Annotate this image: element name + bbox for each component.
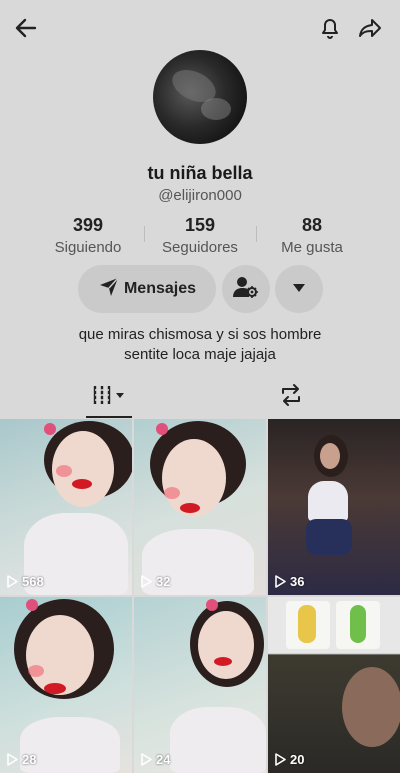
bio-line: que miras chismosa y si sos hombre [78,326,322,343]
tab-videos[interactable] [86,381,132,413]
bio-line: sentite loca maje jajaja [124,346,276,363]
active-tab-indicator [86,416,132,418]
display-name: tu niña bella [147,163,253,183]
thumbnail-art [156,423,168,435]
bio: que miras chismosa y si sos hombre senti… [20,325,380,365]
top-bar [0,0,400,56]
video-thumbnail[interactable]: 28 [0,597,132,773]
content-tabs [0,375,400,419]
tab-reposts[interactable] [274,381,308,413]
play-icon [141,575,152,588]
play-icon [7,575,18,588]
thumbnail-art [206,599,218,611]
thumbnail-art [72,479,92,489]
video-thumbnail[interactable]: 36 [268,419,400,595]
thumbnail-art [164,487,180,499]
stat-value: 88 [301,215,323,235]
video-grid: 568 32 36 28 24 20 [0,419,400,773]
thumbnail-art [298,605,316,643]
username: @elijiron000 [158,187,242,204]
notification-bell-icon[interactable] [314,12,346,44]
play-icon [275,575,286,588]
thumbnail-art [350,605,366,643]
grid-icon [92,384,126,411]
view-count: 36 [274,574,304,589]
add-friend-button[interactable] [222,265,270,313]
thumbnail-art [320,443,340,469]
view-count-value: 28 [22,752,37,767]
video-thumbnail[interactable]: 32 [134,419,266,595]
video-thumbnail[interactable]: 24 [134,597,266,773]
messages-label: Mensajes [123,280,197,297]
stat-value: 159 [184,215,216,235]
chevron-down-icon [292,280,306,298]
view-count-value: 20 [290,752,305,767]
thumbnail-art [180,503,200,513]
view-count-value: 24 [156,752,171,767]
messages-button[interactable]: Mensajes [78,265,216,313]
send-icon [98,276,120,303]
thumbnail-art [198,611,254,679]
play-icon [141,753,152,766]
thumbnail-art [56,465,72,477]
view-count-value: 36 [290,574,305,589]
view-count-value: 32 [156,574,171,589]
view-count: 568 [6,574,44,589]
video-thumbnail[interactable]: 20 [268,597,400,773]
thumbnail-art [308,481,348,521]
view-count-value: 568 [22,574,44,589]
view-count: 32 [140,574,170,589]
stat-value: 399 [72,215,104,235]
thumbnail-art [44,423,56,435]
view-count: 28 [6,752,36,767]
add-friend-icon [232,274,260,305]
stat-label: Seguidores [162,239,238,256]
view-count: 24 [140,752,170,767]
stat-label: Me gusta [281,239,343,256]
stat-following[interactable]: 399 Siguiendo [33,215,143,256]
thumbnail-art [214,657,232,666]
profile-avatar[interactable] [153,50,247,144]
share-arrow-icon[interactable] [354,12,386,44]
thumbnail-art [28,665,44,677]
thumbnail-art [44,683,66,694]
back-arrow-icon[interactable] [10,12,42,44]
video-thumbnail[interactable]: 568 [0,419,132,595]
view-count: 20 [274,752,304,767]
stat-followers[interactable]: 159 Seguidores [145,215,255,256]
thumbnail-art [170,707,266,773]
thumbnail-art [26,599,38,611]
stat-likes[interactable]: 88 Me gusta [257,215,367,256]
more-options-button[interactable] [275,265,323,313]
play-icon [7,753,18,766]
thumbnail-art [306,519,352,555]
stat-label: Siguiendo [54,239,122,256]
repost-icon [279,383,303,412]
play-icon [275,753,286,766]
thumbnail-art [342,667,400,747]
